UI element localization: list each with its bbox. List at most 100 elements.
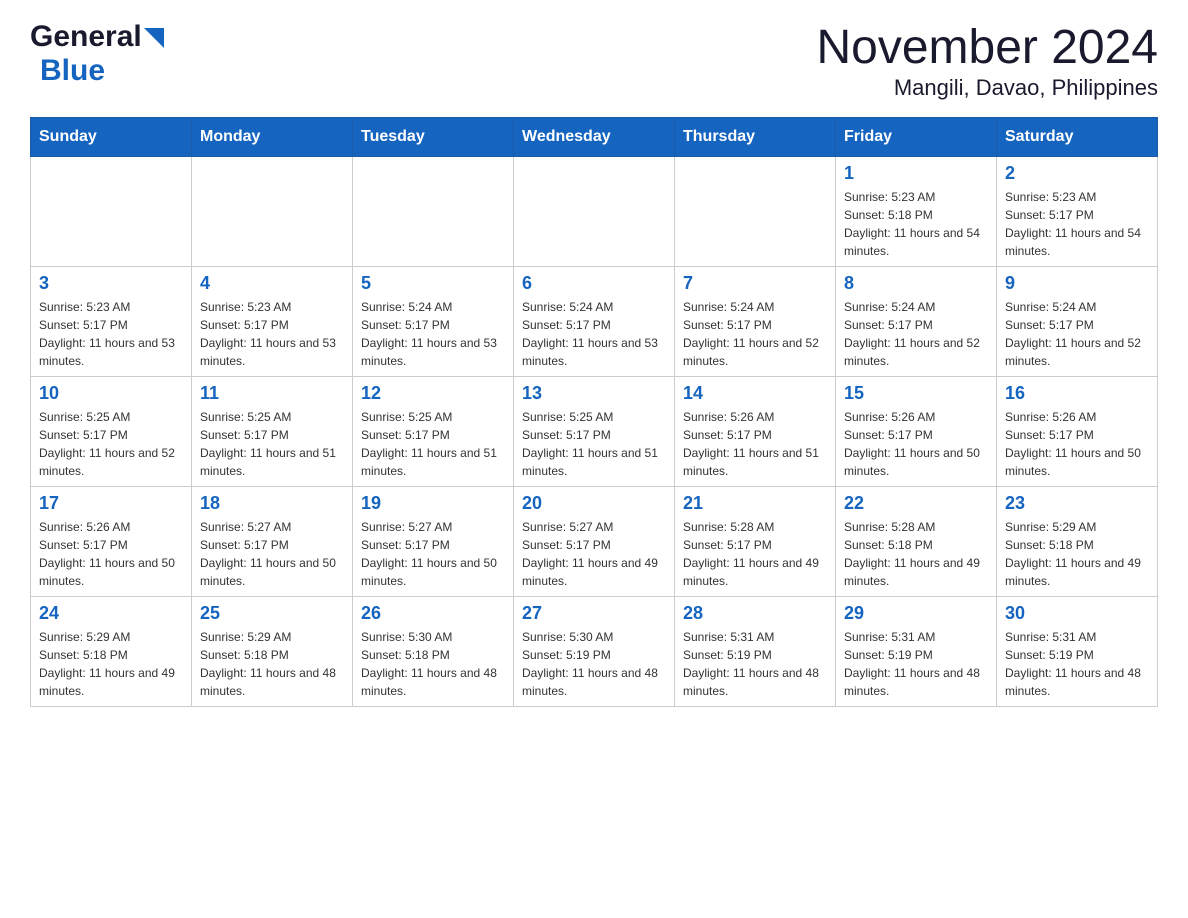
title-section: November 2024 Mangili, Davao, Philippine… (816, 20, 1158, 101)
calendar-cell: 9Sunrise: 5:24 AMSunset: 5:17 PMDaylight… (997, 267, 1158, 377)
day-number: 23 (1005, 493, 1149, 514)
calendar-cell: 7 Sunrise: 5:24 AMSunset: 5:17 PMDaylight… (675, 267, 836, 377)
day-number: 1 (844, 163, 988, 184)
day-number: 6 (522, 273, 666, 294)
calendar-cell: 3 Sunrise: 5:23 AMSunset: 5:17 PMDaylight… (31, 267, 192, 377)
calendar-cell: 1 Sunrise: 5:23 AMSunset: 5:18 PMDaylight… (836, 157, 997, 267)
day-info: Sunrise: 5:24 AMSunset: 5:17 PMDaylight:… (683, 298, 827, 370)
day-info: Sunrise: 5:26 AMSunset: 5:17 PMDaylight:… (844, 408, 988, 480)
calendar-cell: 11 Sunrise: 5:25 AMSunset: 5:17 PMDayligh… (192, 377, 353, 487)
calendar-title: November 2024 (816, 20, 1158, 75)
day-info: Sunrise: 5:24 AMSunset: 5:17 PMDaylight:… (361, 298, 505, 370)
calendar-cell: 17 Sunrise: 5:26 AMSunset: 5:17 PMDayligh… (31, 487, 192, 597)
calendar-cell: 14 Sunrise: 5:26 AMSunset: 5:17 PMDayligh… (675, 377, 836, 487)
day-info: Sunrise: 5:24 AMSunset: 5:17 PMDaylight:… (1005, 298, 1149, 370)
day-info: Sunrise: 5:29 AMSunset: 5:18 PMDaylight:… (39, 628, 183, 700)
day-number: 4 (200, 273, 344, 294)
day-info: Sunrise: 5:25 AMSunset: 5:17 PMDaylight:… (200, 408, 344, 480)
day-info: Sunrise: 5:23 AMSunset: 5:17 PMDaylight:… (39, 298, 183, 370)
day-info: Sunrise: 5:25 AMSunset: 5:17 PMDaylight:… (361, 408, 505, 480)
day-number: 10 (39, 383, 183, 404)
day-number: 13 (522, 383, 666, 404)
day-info: Sunrise: 5:23 AMSunset: 5:17 PMDaylight:… (200, 298, 344, 370)
calendar-cell (192, 157, 353, 267)
day-info: Sunrise: 5:30 AMSunset: 5:18 PMDaylight:… (361, 628, 505, 700)
day-number: 25 (200, 603, 344, 624)
day-info: Sunrise: 5:25 AMSunset: 5:17 PMDaylight:… (522, 408, 666, 480)
weekday-header-friday: Friday (836, 118, 997, 157)
day-number: 3 (39, 273, 183, 294)
day-number: 18 (200, 493, 344, 514)
day-number: 15 (844, 383, 988, 404)
calendar-cell: 27 Sunrise: 5:30 AMSunset: 5:19 PMDayligh… (514, 597, 675, 707)
day-info: Sunrise: 5:29 AMSunset: 5:18 PMDaylight:… (1005, 518, 1149, 590)
calendar-cell: 15 Sunrise: 5:26 AMSunset: 5:17 PMDayligh… (836, 377, 997, 487)
day-number: 20 (522, 493, 666, 514)
day-number: 8 (844, 273, 988, 294)
calendar-table: SundayMondayTuesdayWednesdayThursdayFrid… (30, 117, 1158, 707)
week-row-2: 3 Sunrise: 5:23 AMSunset: 5:17 PMDaylight… (31, 267, 1158, 377)
day-number: 19 (361, 493, 505, 514)
day-info: Sunrise: 5:28 AMSunset: 5:17 PMDaylight:… (683, 518, 827, 590)
weekday-header-monday: Monday (192, 118, 353, 157)
calendar-cell: 18 Sunrise: 5:27 AMSunset: 5:17 PMDayligh… (192, 487, 353, 597)
day-info: Sunrise: 5:30 AMSunset: 5:19 PMDaylight:… (522, 628, 666, 700)
day-info: Sunrise: 5:26 AMSunset: 5:17 PMDaylight:… (683, 408, 827, 480)
day-number: 12 (361, 383, 505, 404)
calendar-cell: 13 Sunrise: 5:25 AMSunset: 5:17 PMDayligh… (514, 377, 675, 487)
calendar-cell: 26 Sunrise: 5:30 AMSunset: 5:18 PMDayligh… (353, 597, 514, 707)
day-info: Sunrise: 5:23 AMSunset: 5:17 PMDaylight:… (1005, 188, 1149, 260)
day-info: Sunrise: 5:31 AMSunset: 5:19 PMDaylight:… (683, 628, 827, 700)
calendar-cell (31, 157, 192, 267)
day-info: Sunrise: 5:27 AMSunset: 5:17 PMDaylight:… (200, 518, 344, 590)
calendar-cell: 5 Sunrise: 5:24 AMSunset: 5:17 PMDaylight… (353, 267, 514, 377)
calendar-cell: 25 Sunrise: 5:29 AMSunset: 5:18 PMDayligh… (192, 597, 353, 707)
logo-general: General (30, 20, 142, 54)
logo-triangle-icon (144, 28, 164, 48)
calendar-cell: 6 Sunrise: 5:24 AMSunset: 5:17 PMDaylight… (514, 267, 675, 377)
day-info: Sunrise: 5:31 AMSunset: 5:19 PMDaylight:… (1005, 628, 1149, 700)
day-number: 22 (844, 493, 988, 514)
day-number: 28 (683, 603, 827, 624)
day-number: 30 (1005, 603, 1149, 624)
logo-blue: Blue (40, 54, 105, 88)
day-number: 26 (361, 603, 505, 624)
day-info: Sunrise: 5:26 AMSunset: 5:17 PMDaylight:… (39, 518, 183, 590)
day-info: Sunrise: 5:25 AMSunset: 5:17 PMDaylight:… (39, 408, 183, 480)
day-number: 17 (39, 493, 183, 514)
weekday-header-thursday: Thursday (675, 118, 836, 157)
logo: General Blue (30, 20, 164, 88)
calendar-subtitle: Mangili, Davao, Philippines (816, 75, 1158, 101)
day-number: 5 (361, 273, 505, 294)
calendar-cell: 20Sunrise: 5:27 AMSunset: 5:17 PMDayligh… (514, 487, 675, 597)
day-info: Sunrise: 5:23 AMSunset: 5:18 PMDaylight:… (844, 188, 988, 260)
day-number: 2 (1005, 163, 1149, 184)
calendar-cell: 12 Sunrise: 5:25 AMSunset: 5:17 PMDayligh… (353, 377, 514, 487)
calendar-cell: 28 Sunrise: 5:31 AMSunset: 5:19 PMDayligh… (675, 597, 836, 707)
week-row-5: 24Sunrise: 5:29 AMSunset: 5:18 PMDayligh… (31, 597, 1158, 707)
day-info: Sunrise: 5:29 AMSunset: 5:18 PMDaylight:… (200, 628, 344, 700)
day-number: 11 (200, 383, 344, 404)
weekday-header-row: SundayMondayTuesdayWednesdayThursdayFrid… (31, 118, 1158, 157)
day-info: Sunrise: 5:24 AMSunset: 5:17 PMDaylight:… (522, 298, 666, 370)
day-info: Sunrise: 5:28 AMSunset: 5:18 PMDaylight:… (844, 518, 988, 590)
calendar-cell: 8 Sunrise: 5:24 AMSunset: 5:17 PMDaylight… (836, 267, 997, 377)
page-header: General Blue November 2024 Mangili, Dava… (30, 20, 1158, 101)
calendar-cell: 29Sunrise: 5:31 AMSunset: 5:19 PMDayligh… (836, 597, 997, 707)
weekday-header-wednesday: Wednesday (514, 118, 675, 157)
day-info: Sunrise: 5:26 AMSunset: 5:17 PMDaylight:… (1005, 408, 1149, 480)
day-number: 7 (683, 273, 827, 294)
day-number: 29 (844, 603, 988, 624)
day-number: 27 (522, 603, 666, 624)
calendar-cell: 21Sunrise: 5:28 AMSunset: 5:17 PMDayligh… (675, 487, 836, 597)
calendar-cell: 16Sunrise: 5:26 AMSunset: 5:17 PMDayligh… (997, 377, 1158, 487)
calendar-cell: 24Sunrise: 5:29 AMSunset: 5:18 PMDayligh… (31, 597, 192, 707)
calendar-cell (675, 157, 836, 267)
calendar-cell: 23 Sunrise: 5:29 AMSunset: 5:18 PMDayligh… (997, 487, 1158, 597)
calendar-cell (353, 157, 514, 267)
day-info: Sunrise: 5:24 AMSunset: 5:17 PMDaylight:… (844, 298, 988, 370)
weekday-header-saturday: Saturday (997, 118, 1158, 157)
calendar-cell: 4 Sunrise: 5:23 AMSunset: 5:17 PMDaylight… (192, 267, 353, 377)
week-row-4: 17 Sunrise: 5:26 AMSunset: 5:17 PMDayligh… (31, 487, 1158, 597)
day-number: 14 (683, 383, 827, 404)
